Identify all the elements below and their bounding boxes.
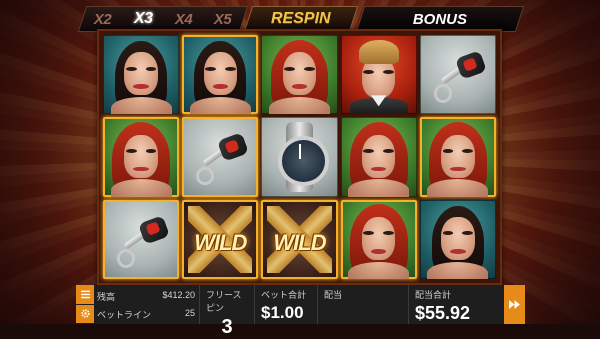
blond-man-art xyxy=(358,39,399,64)
watch-art xyxy=(298,144,301,159)
red-haired-woman-art xyxy=(269,96,330,115)
menu-button[interactable] xyxy=(76,285,94,305)
gear-icon xyxy=(80,309,90,318)
dark-haired-woman-art xyxy=(450,248,466,254)
red-haired-woman-art xyxy=(133,166,149,172)
red-haired-woman-art xyxy=(427,179,489,197)
reel-symbol-dark-haired-woman xyxy=(103,35,180,115)
red-haired-woman-art xyxy=(304,66,315,71)
reel-symbol-red-haired-woman xyxy=(261,35,338,115)
bonus-label: BONUS xyxy=(412,10,468,28)
blond-man-art xyxy=(383,69,394,74)
bet-total-label: ベット合計 xyxy=(261,290,307,300)
payout-total-panel: 配当合計 $55.92 xyxy=(408,285,511,324)
reel-symbol-red-haired-woman xyxy=(340,199,417,279)
payout-total-label: 配当合計 xyxy=(415,290,452,300)
free-spins-value: 3 xyxy=(221,316,233,338)
reel-symbol-watch xyxy=(261,117,338,197)
red-haired-woman-art xyxy=(383,149,394,153)
menu-icon xyxy=(80,290,90,298)
multiplier-x3: X3 xyxy=(133,10,153,27)
bet-total-panel[interactable]: ベット合計 $1.00 xyxy=(254,285,317,324)
reel-symbol-car-key xyxy=(103,199,180,279)
car-key-art xyxy=(195,166,215,186)
reels-grid: WILD WILD xyxy=(103,35,496,279)
betlines-value: 25 xyxy=(184,308,195,319)
red-haired-woman-art xyxy=(124,134,158,178)
red-haired-woman-art xyxy=(371,248,387,254)
settings-button[interactable] xyxy=(76,304,94,324)
multiplier-x5: X5 xyxy=(214,10,232,28)
free-spins-label: フリースピン xyxy=(206,290,242,313)
dark-haired-woman-art xyxy=(125,66,137,71)
spin-button[interactable] xyxy=(504,285,525,324)
free-spins-panel: フリースピン 3 xyxy=(199,285,254,338)
balance-panel: 残高 $412.20 ベットライン 25 xyxy=(94,285,199,324)
car-key-art xyxy=(116,248,135,268)
reel-symbol-wild: WILD xyxy=(261,199,338,279)
wild-label: WILD xyxy=(273,229,326,255)
red-haired-woman-art xyxy=(291,84,308,89)
red-haired-woman-art xyxy=(348,179,410,197)
dark-haired-woman-art xyxy=(133,84,149,89)
payout-panel: 配当 xyxy=(317,285,408,324)
reel-symbol-wild: WILD xyxy=(182,199,259,279)
balance-value: $412.20 xyxy=(162,289,195,300)
reel-symbol-red-haired-woman xyxy=(340,117,417,197)
dark-haired-woman-art xyxy=(212,84,228,89)
reels-frame: WILD WILD xyxy=(97,29,502,285)
fast-forward-icon xyxy=(509,300,520,309)
red-haired-woman-art xyxy=(125,149,137,153)
dark-haired-woman-art xyxy=(205,66,216,71)
blond-man-art xyxy=(363,69,375,74)
dark-haired-woman-art xyxy=(224,66,236,71)
side-icons xyxy=(76,285,94,324)
red-haired-woman-art xyxy=(441,134,475,178)
dark-haired-woman-art xyxy=(145,66,157,71)
watch-art xyxy=(278,136,329,186)
payout-label: 配当 xyxy=(324,290,343,300)
red-haired-woman-art xyxy=(284,66,295,71)
top-bar: X2 X3 X4 X5 RESPIN BONUS xyxy=(77,6,525,32)
multiplier-x2: X2 xyxy=(94,10,112,28)
respin-label: RESPIN xyxy=(271,10,331,27)
bottom-bar: 残高 $412.20 ベットライン 25 フリースピン 3 ベット合計 $1.0… xyxy=(76,285,525,338)
betlines-label: ベットライン xyxy=(97,310,152,321)
reel-symbol-blond-man xyxy=(340,35,417,115)
wild-label: WILD xyxy=(194,229,247,255)
reel-symbol-car-key xyxy=(182,117,259,197)
red-haired-woman-art xyxy=(361,134,396,178)
car-key-art xyxy=(433,84,452,103)
red-haired-woman-art xyxy=(450,166,466,172)
reel-symbol-dark-haired-woman xyxy=(182,35,259,115)
reel-symbol-dark-haired-woman xyxy=(419,199,496,279)
reel-symbol-red-haired-woman xyxy=(103,117,180,197)
payout-total-value: $55.92 xyxy=(415,303,471,323)
dark-haired-woman-art xyxy=(110,96,172,115)
dark-haired-woman-art xyxy=(189,96,251,115)
bet-total-value: $1.00 xyxy=(261,303,304,322)
reel-symbol-car-key xyxy=(419,35,496,115)
balance-label: 残高 xyxy=(97,291,116,302)
reel-symbol-red-haired-woman xyxy=(419,117,496,197)
multiplier-x4: X4 xyxy=(174,10,193,28)
red-haired-woman-art xyxy=(110,179,172,197)
